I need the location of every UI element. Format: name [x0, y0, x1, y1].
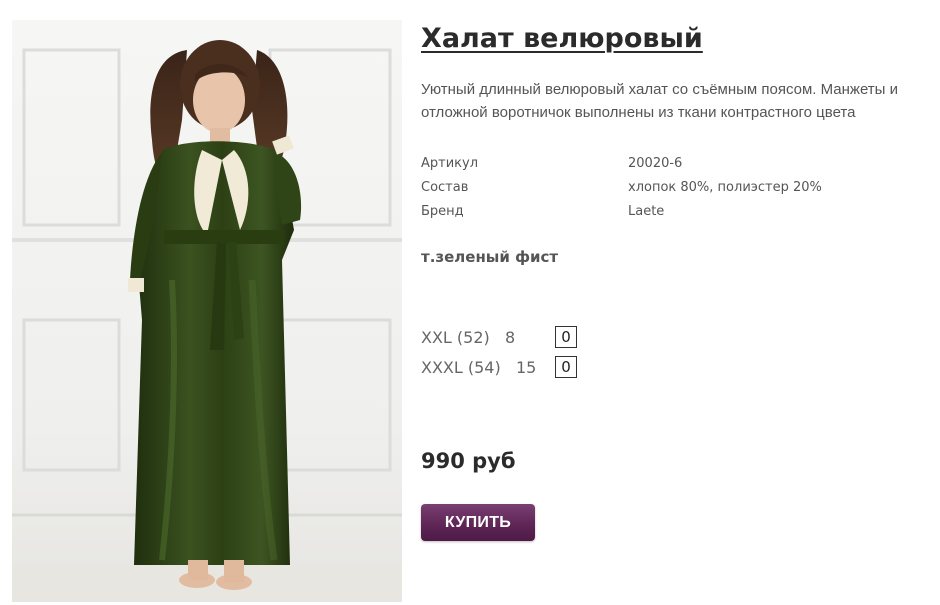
product-photo [12, 20, 402, 602]
specs-table: Артикул 20020-6 Состав хлопок 80%, полиэ… [421, 152, 926, 224]
product-price: 990 руб [421, 449, 516, 473]
product-title: Халат велюровый [421, 23, 703, 54]
spec-label: Состав [421, 180, 469, 195]
spec-row-brand: Бренд Laete [421, 200, 926, 224]
size-row: XXL (52) 8 [421, 322, 926, 352]
quantity-input[interactable] [555, 326, 577, 348]
product-description: Уютный длинный велюровый халат со съёмны… [421, 81, 899, 121]
product-info: Халат велюровый Уютный длинный велюровый… [421, 20, 926, 541]
spec-row-composition: Состав хлопок 80%, полиэстер 20% [421, 176, 926, 200]
buy-button[interactable]: КУПИТЬ [421, 504, 535, 541]
spec-label: Бренд [421, 204, 464, 219]
product-color: т.зеленый фист [421, 248, 559, 266]
spec-label: Артикул [421, 156, 479, 171]
spec-value: Laete [628, 204, 665, 219]
spec-row-article: Артикул 20020-6 [421, 152, 926, 176]
quantity-input[interactable] [555, 356, 577, 378]
size-list: XXL (52) 8 XXXL (54) 15 [421, 322, 926, 382]
spec-value: 20020-6 [628, 156, 683, 171]
spec-value: хлопок 80%, полиэстер 20% [628, 180, 822, 195]
size-label: XXXL (54) 15 [421, 357, 537, 377]
size-row: XXXL (54) 15 [421, 352, 926, 382]
size-label: XXL (52) 8 [421, 327, 516, 347]
